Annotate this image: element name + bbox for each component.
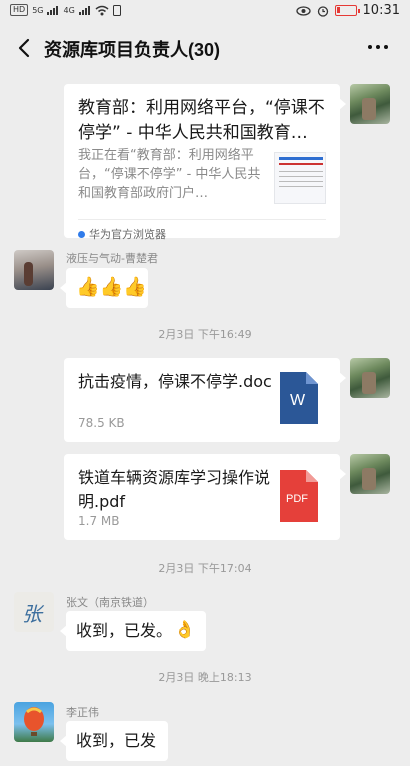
link-source-label: 华为官方浏览器 xyxy=(89,228,166,241)
browser-icon xyxy=(78,230,85,238)
chat-header: 资源库项目负责人(30) xyxy=(0,22,410,74)
more-options-icon[interactable] xyxy=(368,45,388,49)
link-description: 我正在看“教育部：利用网络平台，“停课不停学” - 中华人民共和国教育部政府门户… xyxy=(78,148,261,201)
alarm-icon xyxy=(317,5,328,17)
sender-name: 李正伟 xyxy=(66,706,99,719)
avatar-cao[interactable] xyxy=(14,250,54,290)
file-name: 抗击疫情，停课不停学.doc xyxy=(78,372,272,391)
signal-icon xyxy=(78,6,90,15)
link-title: 教育部：利用网络平台，“停课不停学” - 中华人民共和国教育… xyxy=(78,98,325,143)
timestamp: 2月3日 下午16:49 xyxy=(158,328,252,341)
eye-icon xyxy=(295,5,311,16)
thumbs-up-emoji: 👍👍👍 xyxy=(76,276,147,298)
avatar-li[interactable] xyxy=(14,702,54,742)
file-size: 78.5 KB xyxy=(78,416,125,430)
link-source: 华为官方浏览器 xyxy=(78,226,166,242)
sim-icon xyxy=(112,4,121,16)
timestamp: 2月3日 下午17:04 xyxy=(158,562,252,575)
back-arrow-icon[interactable] xyxy=(14,37,36,59)
status-bar: HD 5G 4G 10:31 xyxy=(0,0,410,22)
signal-icon xyxy=(47,6,59,15)
battery-icon xyxy=(334,5,360,16)
emoji-message[interactable]: 👍👍👍 xyxy=(60,268,148,308)
link-card-message[interactable]: 教育部：利用网络平台，“停课不停学” - 中华人民共和国教育… 我正在看“教育部… xyxy=(64,84,346,241)
message-text: 收到，已发 xyxy=(76,731,157,750)
avatar-zhang[interactable]: 张 xyxy=(14,592,54,632)
pdf-file-icon: PDF xyxy=(280,470,318,522)
ok-hand-emoji: 👌 xyxy=(174,620,196,640)
text-message[interactable]: 收到，已发。 👌 xyxy=(60,611,206,651)
hot-air-balloon-icon xyxy=(24,707,44,736)
file-name: 铁道车辆资源库学习操作说明.pdf xyxy=(78,468,271,511)
chat-title: 资源库项目负责人(30) xyxy=(44,40,221,60)
sender-name: 张文（南京铁道） xyxy=(66,596,154,609)
avatar-self[interactable] xyxy=(350,358,390,398)
text-message[interactable]: 收到，已发 xyxy=(60,721,168,761)
file-message-doc[interactable]: 抗击疫情，停课不停学.doc 78.5 KB W xyxy=(64,358,346,442)
file-size: 1.7 MB xyxy=(78,514,120,528)
signal-4g-icon: 4G xyxy=(63,5,75,15)
timestamp: 2月3日 晚上18:13 xyxy=(158,671,252,684)
signal-5g-icon: 5G xyxy=(32,5,44,15)
sender-name: 液压与气动-曹楚君 xyxy=(66,252,158,265)
link-thumbnail xyxy=(274,152,326,204)
word-file-icon: W xyxy=(280,372,318,424)
file-message-pdf[interactable]: 铁道车辆资源库学习操作说明.pdf 1.7 MB PDF xyxy=(64,454,346,540)
avatar-self[interactable] xyxy=(350,84,390,124)
avatar-self[interactable] xyxy=(350,454,390,494)
status-time: 10:31 xyxy=(362,3,400,18)
message-text: 收到，已发。 xyxy=(76,621,173,640)
wifi-icon xyxy=(95,5,109,15)
card-divider xyxy=(78,219,326,220)
hd-icon: HD xyxy=(10,4,29,16)
